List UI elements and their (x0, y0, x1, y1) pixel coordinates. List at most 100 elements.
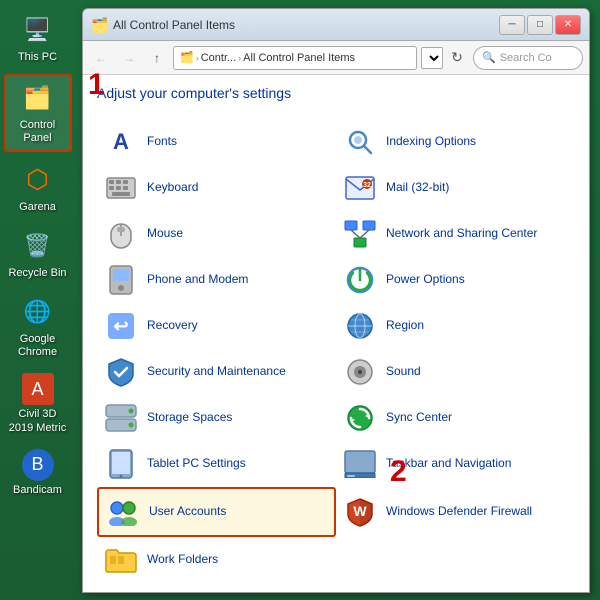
sync-label: Sync Center (386, 410, 452, 426)
svg-text:↩: ↩ (113, 316, 128, 336)
phone-icon (105, 264, 137, 296)
sound-icon (344, 356, 376, 388)
network-icon (344, 218, 376, 250)
work-folders-label: Work Folders (147, 552, 218, 568)
cp-item-sync[interactable]: Sync Center (336, 395, 575, 441)
mail-label: Mail (32-bit) (386, 180, 449, 196)
search-box[interactable]: 🔍 Search Co (473, 46, 583, 70)
bandicam-icon: B (22, 449, 54, 481)
address-bar: ← → ↑ 🗂️ › Contr... › All Control Panel … (83, 41, 589, 75)
taskbar-label: Taskbar and Navigation (386, 456, 511, 472)
cp-item-recovery[interactable]: ↩ Recovery (97, 303, 336, 349)
power-icon (344, 264, 376, 296)
back-button[interactable]: ← (89, 47, 113, 69)
address-segment-icon: 🗂️ (180, 51, 194, 64)
desktop-icons: 🖥️ This PC 🗂️ Control Panel ⬡ Garena 🗑️ … (0, 0, 75, 600)
tablet-label: Tablet PC Settings (147, 456, 246, 472)
taskbar-icon (344, 448, 376, 480)
address-segment-1: › Contr... (194, 52, 236, 64)
region-icon (344, 310, 376, 342)
civil3d-label: Civil 3D 2019 Metric (8, 408, 68, 434)
cp-item-sound[interactable]: Sound (336, 349, 575, 395)
fonts-icon: A (105, 126, 137, 158)
keyboard-label: Keyboard (147, 180, 198, 196)
cp-item-network[interactable]: Network and Sharing Center (336, 211, 575, 257)
this-pc-label: This PC (18, 51, 57, 64)
desktop-icon-chrome[interactable]: 🌐 Google Chrome (4, 290, 72, 363)
desktop-icon-garena[interactable]: ⬡ Garena (4, 158, 72, 218)
indexing-icon (344, 126, 376, 158)
recovery-icon: ↩ (105, 310, 137, 342)
address-segment-2: › All Control Panel Items (236, 52, 355, 64)
items-grid: A Fonts Indexing Options (97, 119, 575, 583)
cp-item-power[interactable]: Power Options (336, 257, 575, 303)
garena-icon: ⬡ (20, 162, 56, 198)
control-panel-label: Control Panel (10, 119, 66, 145)
mail-icon: 32 (344, 172, 376, 204)
main-content: Adjust your computer's settings A Fonts (83, 75, 589, 592)
desktop-icon-bandicam[interactable]: B Bandicam (4, 445, 72, 501)
search-icon: 🔍 (482, 51, 496, 64)
civil3d-icon: A (22, 373, 54, 405)
cp-item-fonts[interactable]: A Fonts (97, 119, 336, 165)
bandicam-label: Bandicam (13, 484, 62, 497)
user-accounts-icon (107, 496, 139, 528)
desktop-icon-civil3d[interactable]: A Civil 3D 2019 Metric (4, 369, 72, 438)
cp-item-taskbar[interactable]: Taskbar and Navigation (336, 441, 575, 487)
cp-item-indexing[interactable]: Indexing Options (336, 119, 575, 165)
chrome-label: Google Chrome (8, 333, 68, 359)
search-placeholder: Search Co (500, 52, 552, 64)
storage-icon (105, 402, 137, 434)
cp-item-security[interactable]: Security and Maintenance (97, 349, 336, 395)
cp-item-mouse[interactable]: Mouse (97, 211, 336, 257)
security-icon (105, 356, 137, 388)
user-accounts-label: User Accounts (149, 504, 226, 520)
control-panel-window: 🗂️ All Control Panel Items ─ □ ✕ ← → ↑ 🗂… (82, 8, 590, 593)
svg-text:W: W (353, 503, 367, 519)
address-field[interactable]: 🗂️ › Contr... › All Control Panel Items (173, 46, 417, 70)
fonts-label: Fonts (147, 134, 177, 150)
address-dropdown[interactable] (421, 47, 443, 69)
close-button[interactable]: ✕ (555, 15, 581, 35)
garena-label: Garena (19, 201, 56, 214)
desktop-icon-this-pc[interactable]: 🖥️ This PC (4, 8, 72, 68)
cp-item-region[interactable]: Region (336, 303, 575, 349)
minimize-button[interactable]: ─ (499, 15, 525, 35)
storage-label: Storage Spaces (147, 410, 232, 426)
desktop-icon-control-panel[interactable]: 🗂️ Control Panel (4, 74, 72, 151)
control-panel-icon: 🗂️ (20, 80, 56, 116)
chrome-icon: 🌐 (20, 294, 56, 330)
cp-item-defender[interactable]: W Windows Defender Firewall (336, 487, 575, 537)
cp-item-user-accounts[interactable]: User Accounts (97, 487, 336, 537)
mouse-label: Mouse (147, 226, 183, 242)
cp-item-keyboard[interactable]: Keyboard (97, 165, 336, 211)
window-icon: 🗂️ (91, 17, 107, 33)
desktop-icon-recycle-bin[interactable]: 🗑️ Recycle Bin (4, 224, 72, 284)
defender-label: Windows Defender Firewall (386, 504, 532, 520)
mouse-icon (105, 218, 137, 250)
recycle-bin-icon: 🗑️ (20, 228, 56, 264)
window-controls: ─ □ ✕ (499, 15, 581, 35)
network-label: Network and Sharing Center (386, 226, 537, 242)
region-label: Region (386, 318, 424, 334)
content-area: Adjust your computer's settings A Fonts (83, 75, 589, 592)
up-button[interactable]: ↑ (145, 47, 169, 69)
phone-label: Phone and Modem (147, 272, 248, 288)
security-label: Security and Maintenance (147, 364, 286, 380)
maximize-button[interactable]: □ (527, 15, 553, 35)
page-heading: Adjust your computer's settings (97, 85, 575, 107)
defender-icon: W (344, 496, 376, 528)
cp-item-storage[interactable]: Storage Spaces (97, 395, 336, 441)
cp-item-tablet[interactable]: Tablet PC Settings (97, 441, 336, 487)
title-bar: 🗂️ All Control Panel Items ─ □ ✕ (83, 9, 589, 41)
this-pc-icon: 🖥️ (20, 12, 56, 48)
cp-item-phone[interactable]: Phone and Modem (97, 257, 336, 303)
cp-item-work-folders[interactable]: Work Folders (97, 537, 336, 583)
refresh-button[interactable]: ↻ (445, 47, 469, 69)
forward-button[interactable]: → (117, 47, 141, 69)
sound-label: Sound (386, 364, 421, 380)
keyboard-icon (105, 172, 137, 204)
power-label: Power Options (386, 272, 465, 288)
recycle-bin-label: Recycle Bin (8, 267, 66, 280)
cp-item-mail[interactable]: 32 Mail (32-bit) (336, 165, 575, 211)
